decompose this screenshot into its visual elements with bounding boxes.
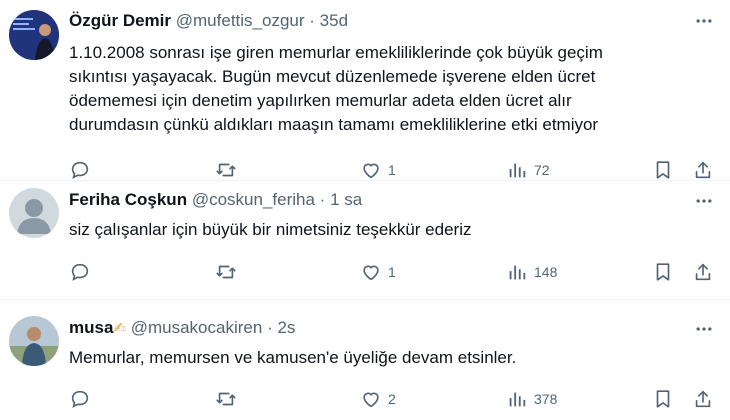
tweet-text-line: sıkıntısı yaşayacak. Bugün mevcut düzenl… [69, 67, 596, 86]
share-icon [692, 261, 714, 283]
timestamp[interactable]: 35d [320, 11, 348, 30]
tweet-1[interactable]: Özgür Demir @mufettis_ozgur · 35d 1.10.2… [0, 0, 730, 188]
like-icon [360, 388, 382, 410]
tweet-text: siz çalışanlar için büyük bir nimetsiniz… [69, 218, 714, 242]
avatar[interactable] [9, 10, 59, 60]
bookmark-icon [652, 261, 674, 283]
tweet-text: 1.10.2008 sonrası işe giren memurlar eme… [69, 41, 714, 137]
tweet-header: musa✍ @musakocakiren · 2s [69, 318, 295, 338]
tweet-text: Memurlar, memursen ve kamusen'e üyeliğe … [69, 346, 714, 370]
retweet-button[interactable] [215, 259, 237, 285]
tweet-text-line: siz çalışanlar için büyük bir nimetsiniz… [69, 220, 472, 239]
more-icon[interactable] [692, 189, 716, 213]
separator-dot: · [309, 11, 315, 30]
avatar[interactable] [9, 188, 59, 238]
author-name[interactable]: musa [69, 318, 113, 337]
timestamp[interactable]: 1 sa [330, 190, 362, 209]
share-icon [692, 388, 714, 410]
author-name[interactable]: Feriha Coşkun [69, 190, 187, 209]
reply-icon [69, 388, 91, 410]
retweet-icon [215, 261, 237, 283]
bookmark-icon [652, 388, 674, 410]
action-bar: 2 378 [0, 386, 730, 412]
reply-icon [69, 159, 91, 181]
like-button[interactable]: 2 [360, 386, 396, 412]
like-icon [360, 159, 382, 181]
tweet-text-line: Memurlar, memursen ve kamusen'e üyeliğe … [69, 348, 517, 367]
share-button[interactable] [692, 386, 714, 412]
like-button[interactable]: 1 [360, 259, 396, 285]
author-handle[interactable]: @musakocakiren [131, 318, 263, 337]
writing-hand-emoji: ✍ [113, 320, 126, 337]
more-icon[interactable] [692, 317, 716, 341]
share-icon [692, 159, 714, 181]
view-count: 148 [534, 264, 558, 280]
reply-button[interactable] [69, 386, 91, 412]
author-handle[interactable]: @mufettis_ozgur [176, 11, 305, 30]
more-icon[interactable] [692, 9, 716, 33]
view-count: 72 [534, 162, 550, 178]
reply-button[interactable] [69, 259, 91, 285]
like-icon [360, 261, 382, 283]
retweet-icon [215, 159, 237, 181]
views-button[interactable]: 148 [506, 259, 557, 285]
bookmark-button[interactable] [652, 386, 674, 412]
separator-dot: · [267, 318, 273, 337]
tweet-3[interactable]: musa✍ @musakocakiren · 2s Memurlar, memu… [0, 300, 730, 420]
tweet-2[interactable]: Feriha Coşkun @coskun_feriha · 1 sa siz … [0, 181, 730, 299]
share-button[interactable] [692, 259, 714, 285]
like-count: 1 [388, 264, 396, 280]
views-icon [506, 261, 528, 283]
action-bar: 1 148 [0, 259, 730, 285]
tweet-text-line: durumdasın çünkü aldıkları maaşın tamamı… [69, 115, 599, 134]
author-handle[interactable]: @coskun_feriha [192, 190, 315, 209]
views-button[interactable]: 378 [506, 386, 557, 412]
views-icon [506, 159, 528, 181]
author-name[interactable]: Özgür Demir [69, 11, 171, 30]
tweet-text-line: 1.10.2008 sonrası işe giren memurlar eme… [69, 43, 603, 62]
bookmark-button[interactable] [652, 259, 674, 285]
retweet-button[interactable] [215, 386, 237, 412]
views-icon [506, 388, 528, 410]
tweet-header: Özgür Demir @mufettis_ozgur · 35d [69, 11, 348, 31]
reply-icon [69, 261, 91, 283]
bookmark-icon [652, 159, 674, 181]
tweet-header: Feriha Coşkun @coskun_feriha · 1 sa [69, 190, 362, 210]
tweet-text-line: ödememesi için denetim yapılırken memurl… [69, 91, 572, 110]
timestamp[interactable]: 2s [277, 318, 295, 337]
separator-dot: · [319, 190, 326, 209]
like-count: 1 [388, 162, 396, 178]
retweet-icon [215, 388, 237, 410]
view-count: 378 [534, 391, 558, 407]
like-count: 2 [388, 391, 396, 407]
avatar[interactable] [9, 316, 59, 366]
